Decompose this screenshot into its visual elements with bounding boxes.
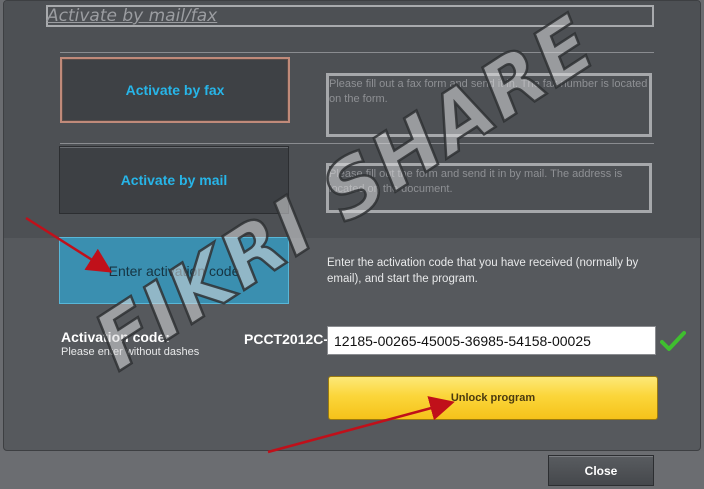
activate-by-mail-button[interactable]: Activate by mail: [59, 146, 289, 214]
mail-description: Please fill out the form and send it in …: [326, 163, 652, 213]
close-button[interactable]: Close: [548, 455, 654, 486]
fax-description: Please fill out a fax form and send it i…: [326, 73, 652, 137]
check-icon: [660, 331, 686, 351]
activation-dialog: Activate by mail/fax Activate by fax Ple…: [3, 0, 701, 451]
activation-code-input[interactable]: [327, 326, 656, 355]
activation-code-label: Activation code:: [61, 329, 170, 345]
divider: [60, 143, 654, 144]
activation-code-prefix: PCCT2012C-: [244, 331, 329, 347]
divider: [60, 52, 654, 53]
dialog-title: Activate by mail/fax: [47, 6, 218, 26]
code-description: Enter the activation code that you have …: [327, 257, 639, 285]
unlock-program-button[interactable]: Unlock program: [328, 376, 658, 420]
activation-code-hint: Please enter without dashes: [61, 346, 200, 358]
enter-activation-code-button[interactable]: Enter activation code: [59, 237, 289, 304]
activate-by-fax-button[interactable]: Activate by fax: [60, 57, 290, 123]
